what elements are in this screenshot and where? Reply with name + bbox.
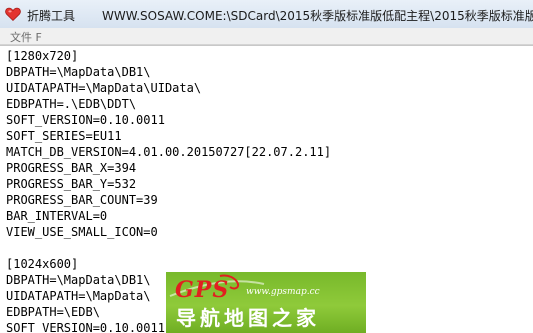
editor-line: UIDATAPATH=\MapData\UIData\ xyxy=(6,81,202,95)
title-bar[interactable]: 折腾工具 WWW.SOSAW.COME:\SDCard\2015秋季版标准版低配… xyxy=(0,0,533,29)
editor-line: SOFT_SERIES=EU11 xyxy=(6,129,122,143)
watermark-url: www.gpsmap.cc xyxy=(246,287,320,297)
editor-line: SOFT_VERSION=0.10.0011 xyxy=(6,113,165,127)
editor-line: [1280x720] xyxy=(6,49,79,63)
editor-line: EDBPATH=\EDB\ xyxy=(6,305,100,319)
menu-file[interactable]: 文件 F xyxy=(10,29,42,45)
editor-line: PROGRESS_BAR_COUNT=39 xyxy=(6,193,158,207)
notepad-window: 折腾工具 WWW.SOSAW.COME:\SDCard\2015秋季版标准版低配… xyxy=(0,0,533,333)
editor-line: UIDATAPATH=\MapData\ xyxy=(6,289,151,303)
watermark-brand: GPS xyxy=(175,277,230,303)
editor-line: SOFT_VERSION=0.10.0011 xyxy=(6,321,165,333)
watermark-name: 导航地图之家 xyxy=(176,306,320,330)
app-heart-icon[interactable] xyxy=(5,6,21,22)
gpsmap-watermark: GPS www.gpsmap.cc 导航地图之家 xyxy=(166,272,366,333)
editor-line: DBPATH=\MapData\DB1\ xyxy=(6,65,151,79)
editor-line: DBPATH=\MapData\DB1\ xyxy=(6,273,151,287)
editor-line: VIEW_USE_SMALL_ICON=0 xyxy=(6,225,158,239)
editor-line: PROGRESS_BAR_X=394 xyxy=(6,161,137,175)
window-path: WWW.SOSAW.COME:\SDCard\2015秋季版标准版低配主程\20… xyxy=(102,9,533,23)
app-title: 折腾工具 xyxy=(27,9,76,23)
editor-line: EDBPATH=.\EDB\DDT\ xyxy=(6,97,137,111)
editor-line: PROGRESS_BAR_Y=532 xyxy=(6,177,137,191)
editor-line: BAR_INTERVAL=0 xyxy=(6,209,108,223)
menu-bar: 文件 F xyxy=(0,28,533,45)
editor-line: MATCH_DB_VERSION=4.01.00.20150727[22.07.… xyxy=(6,145,332,159)
editor-line: [1024x600] xyxy=(6,257,79,271)
